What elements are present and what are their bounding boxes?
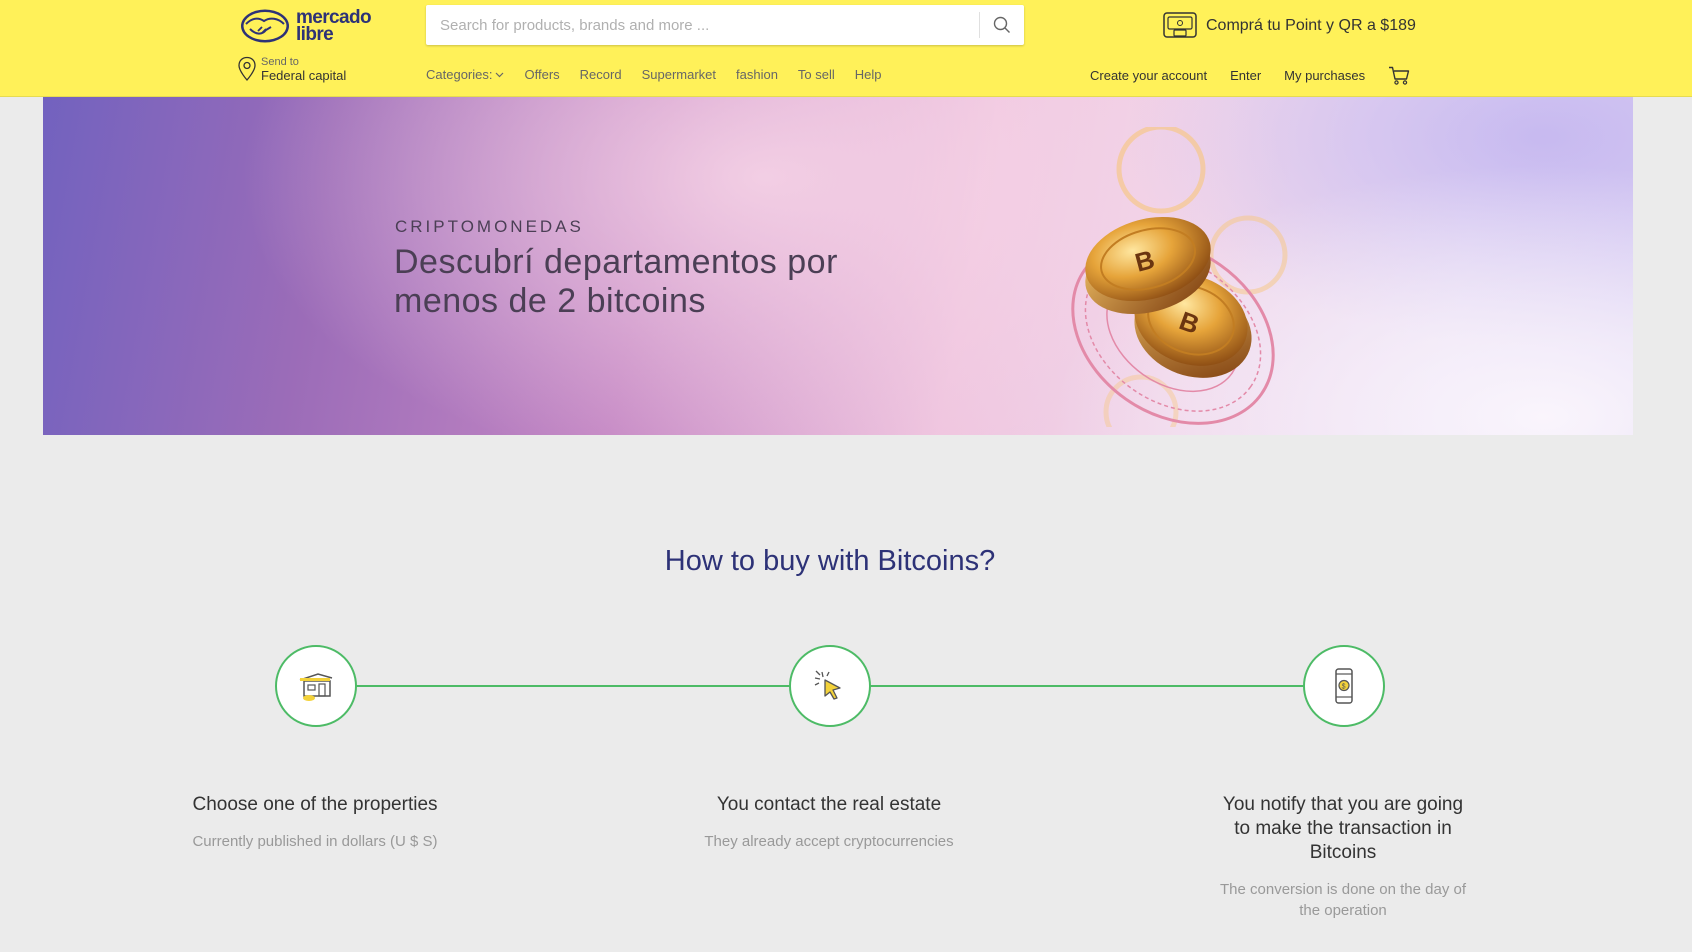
step-3-title: You notify that you are going to make th… — [1222, 794, 1464, 863]
cursor-click-icon — [814, 670, 841, 700]
search-input[interactable] — [426, 5, 979, 45]
my-purchases-link[interactable]: My purchases — [1284, 68, 1365, 83]
nav-offers[interactable]: Offers — [524, 67, 559, 82]
nav-categories[interactable]: Categories: — [426, 67, 504, 82]
step-1-title: Choose one of the properties — [192, 794, 438, 815]
chevron-down-icon — [496, 72, 504, 77]
location-pin-icon — [238, 56, 256, 81]
main-nav: Categories: Offers Record Supermarket fa… — [426, 67, 882, 82]
create-account-link[interactable]: Create your account — [1090, 68, 1207, 83]
nav-supermarket[interactable]: Supermarket — [642, 67, 716, 82]
nav-record[interactable]: Record — [580, 67, 622, 82]
point-device-icon — [1163, 12, 1197, 38]
step-1: Choose one of the properties Currently p… — [185, 793, 445, 852]
nav-fashion[interactable]: fashion — [736, 67, 778, 82]
step-3-circle: $ — [1303, 645, 1385, 727]
enter-link[interactable]: Enter — [1230, 68, 1261, 83]
promo-text: Comprá tu Point y QR a $189 — [1206, 17, 1416, 34]
step-2-description: They already accept cryptocurrencies — [704, 833, 954, 850]
search-icon — [993, 16, 1010, 33]
cart-icon[interactable] — [1388, 66, 1410, 85]
send-to-value: Federal capital — [261, 68, 347, 83]
step-1-description: Currently published in dollars (U $ S) — [192, 833, 438, 850]
step-3: You notify that you are going to make th… — [1213, 793, 1473, 921]
house-icon — [299, 673, 333, 701]
logo-line-2: libre — [296, 24, 334, 45]
search-button[interactable] — [980, 5, 1024, 45]
handshake-logo-icon — [241, 9, 289, 43]
step-3-description: The conversion is done on the day of the… — [1220, 881, 1466, 919]
site-header: mercado libre Send to Federal capital Se… — [0, 0, 1692, 97]
banner-kicker: CRIPTOMONEDAS — [395, 217, 584, 236]
send-to-label: Send to — [261, 56, 299, 68]
step-2: You contact the real estate They already… — [699, 793, 959, 852]
how-to-buy-title: How to buy with Bitcoins? — [664, 545, 996, 577]
search-bar — [426, 5, 1024, 45]
step-2-title: You contact the real estate — [716, 794, 942, 815]
logo-wordmark: mercado libre — [296, 8, 372, 45]
bitcoin-coins-illustration: B B — [1071, 127, 1288, 427]
user-nav: Create your account Enter My purchases — [1090, 66, 1410, 85]
crypto-banner[interactable]: CRIPTOMONEDAS Descubrí departamentos por… — [43, 97, 1633, 435]
nav-to-sell[interactable]: To sell — [798, 67, 835, 82]
phone-coin-icon: $ — [1335, 668, 1353, 704]
step-2-circle — [789, 645, 871, 727]
point-promo[interactable]: Comprá tu Point y QR a $189 — [1162, 10, 1416, 42]
send-to-location[interactable]: Send to Federal capital — [237, 56, 377, 84]
step-1-circle — [275, 645, 357, 727]
svg-text:$: $ — [1342, 684, 1346, 691]
mercadolibre-logo[interactable]: mercado libre — [240, 6, 376, 46]
nav-help[interactable]: Help — [855, 67, 882, 82]
nav-categories-label: Categories: — [426, 67, 493, 82]
banner-title: Descubrí departamentos por menos de 2 bi… — [394, 243, 838, 320]
